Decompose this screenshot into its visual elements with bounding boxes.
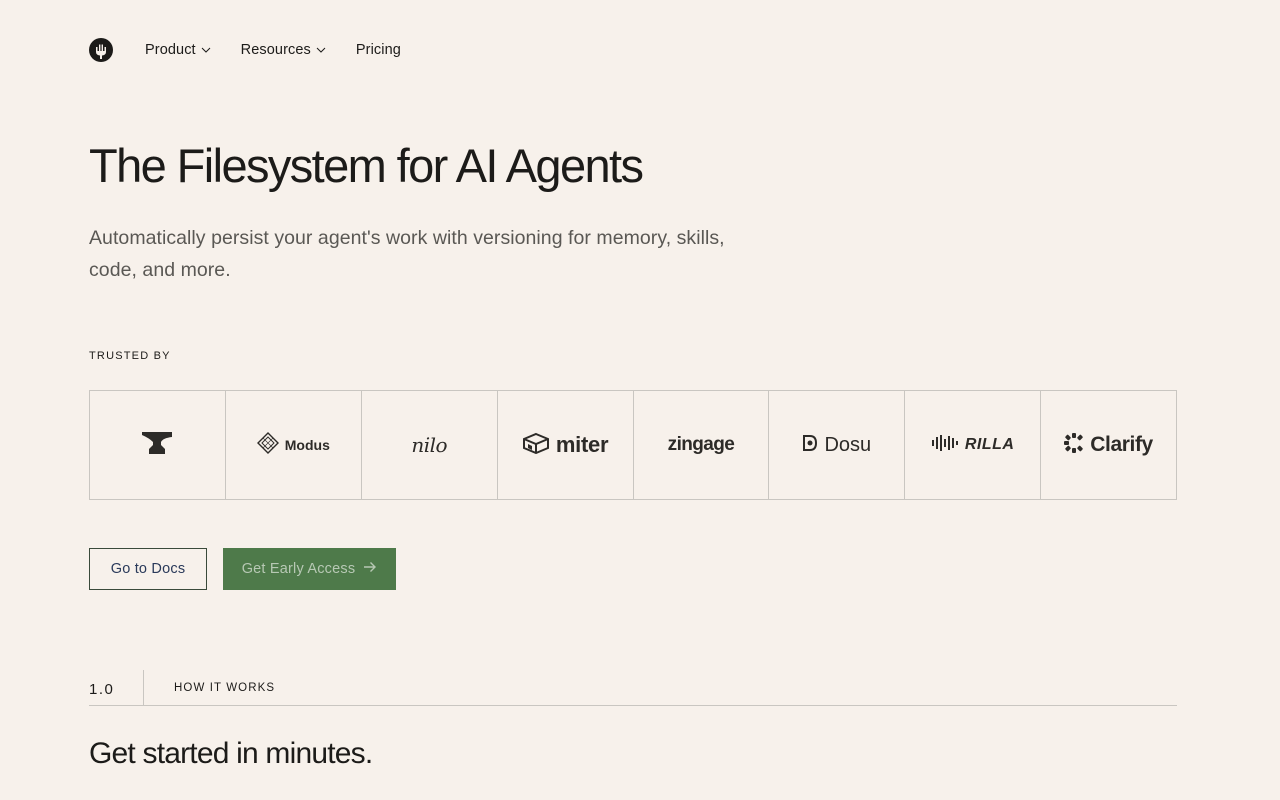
section-header: 1.0 HOW IT WORKS — [89, 669, 1177, 706]
logo-name: Dosu — [824, 433, 872, 456]
logo-name: nilo — [411, 433, 448, 457]
nav-item-label: Resources — [240, 42, 311, 58]
diamond-icon — [256, 431, 279, 459]
go-to-docs-button[interactable]: Go to Docs — [89, 548, 207, 590]
page: Product Resources Pricing The Filesystem… — [0, 0, 1280, 800]
button-label: Get Early Access — [241, 561, 356, 577]
hero-title: The Filesystem for AI Agents — [89, 139, 644, 192]
cube-icon — [522, 432, 550, 459]
dosu-icon — [802, 434, 818, 457]
section-title: Get started in minutes. — [89, 737, 373, 770]
customer-logo-zingage: zingage — [634, 391, 770, 499]
chevron-down-icon — [316, 47, 326, 53]
top-nav: Product Resources Pricing — [89, 37, 431, 63]
section-divider — [143, 669, 144, 706]
nav-item-label: Product — [145, 42, 196, 58]
hero-subtitle: Automatically persist your agent's work … — [89, 227, 725, 281]
nav-item-resources[interactable]: Resources — [241, 42, 326, 58]
brand-logo-icon[interactable] — [89, 38, 113, 62]
logo-name: RILLA — [964, 436, 1015, 453]
logo-name: miter — [555, 432, 609, 457]
customer-logo-anvil — [90, 391, 226, 499]
customer-logos: Modus nilo miter zingage Dosu RILLA Clar… — [89, 390, 1177, 500]
clarify-icon — [1064, 432, 1084, 458]
section-label: HOW IT WORKS — [174, 682, 276, 694]
customer-logo-nilo: nilo — [362, 391, 498, 499]
nav-item-label: Pricing — [355, 42, 401, 58]
anvil-icon — [141, 431, 173, 460]
customer-logo-dosu: Dosu — [769, 391, 906, 499]
trusted-by-label: TRUSTED BY — [89, 350, 171, 362]
nav-item-pricing[interactable]: Pricing — [356, 42, 401, 58]
logo-name: zingage — [667, 434, 735, 455]
logo-name: Clarify — [1090, 433, 1153, 456]
chevron-down-icon — [201, 47, 211, 53]
section-number: 1.0 — [89, 680, 115, 698]
waveform-icon — [931, 434, 959, 457]
button-label: Go to Docs — [110, 561, 186, 577]
customer-logo-modus: Modus — [226, 391, 362, 499]
nav-item-product[interactable]: Product — [145, 42, 211, 58]
arrow-right-icon — [363, 561, 377, 577]
get-early-access-button[interactable]: Get Early Access — [223, 548, 396, 590]
logo-name: Modus — [284, 437, 330, 453]
customer-logo-miter: miter — [498, 391, 634, 499]
customer-logo-clarify: Clarify — [1041, 391, 1176, 499]
customer-logo-rilla: RILLA — [905, 391, 1042, 499]
